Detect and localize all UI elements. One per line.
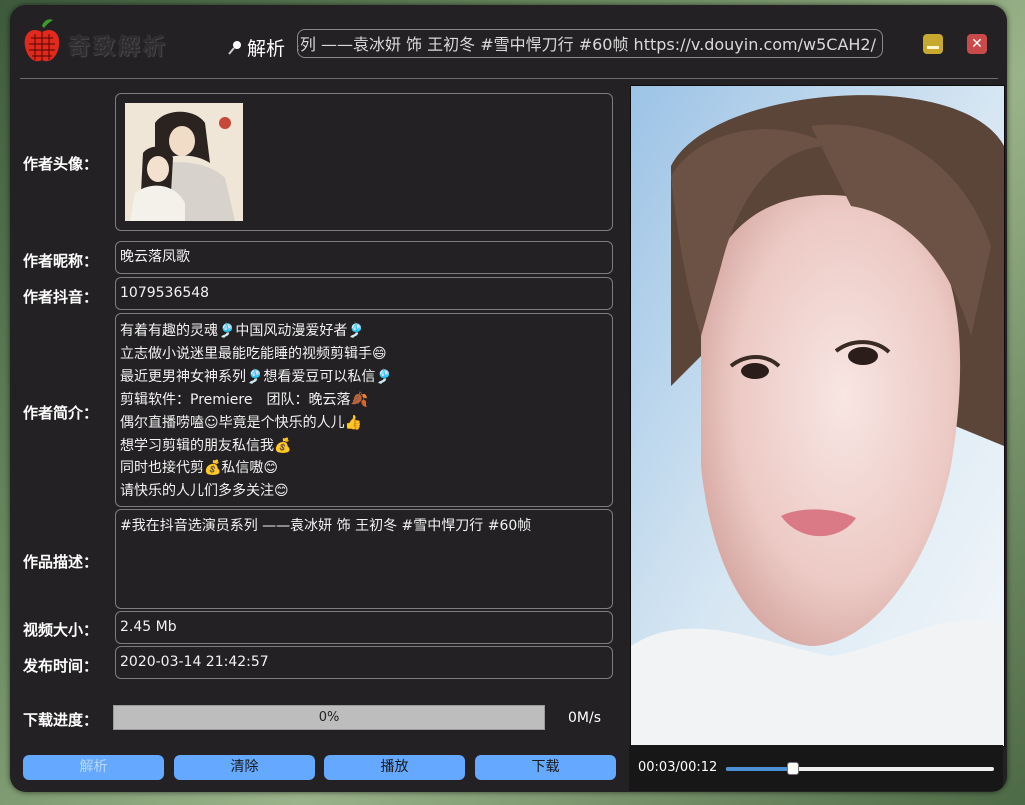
video-frame-image [631,86,1004,746]
bio-line: 想学习剪辑的朋友私信我💰 [120,437,292,454]
parse-url-label: 解析 [247,38,286,60]
url-input-value: #我在抖音选演员系列 ——袁冰妍 饰 王初冬 #雪中悍刀行 #60帧 https… [298,35,876,54]
download-speed: 0M/s [568,710,601,726]
video-controls: 00:03/00:12 [629,745,1003,791]
avatar-box [115,93,613,231]
bio-line: 请快乐的人儿们多多关注😊 [120,483,289,500]
download-progress-text: 0% [318,710,340,725]
clear-button[interactable]: 清除 [174,755,315,780]
publish-time-field[interactable]: 2020-03-14 21:42:57 [115,646,613,679]
avatar-label: 作者头像： [23,155,99,173]
douyin-id-label: 作者抖音： [23,288,99,306]
bio-line: 有着有趣的灵魂🎐中国风动漫爱好者🎐 [120,323,365,339]
bio-line: 同时也接代剪💰私信嗷😊 [120,460,279,477]
author-avatar-image [125,103,243,221]
bio-line: 剪辑软件：Premiere 团队：晚云落🍂 [120,391,368,408]
video-player[interactable] [630,85,1005,747]
parse-url-button[interactable]: 解析 [227,34,285,61]
description-label: 作品描述： [23,553,99,571]
play-button[interactable]: 播放 [324,755,465,780]
seek-slider-handle[interactable] [787,762,799,775]
apple-logo-icon [23,18,61,64]
nickname-field[interactable]: 晚云落凤歌 [115,241,613,274]
close-button[interactable]: ✕ [967,34,987,54]
video-size-field[interactable]: 2.45 Mb [115,611,613,644]
magic-wand-icon [228,40,241,55]
video-size-label: 视频大小： [23,621,99,639]
app-window: 奇致解析 解析 #我在抖音选演员系列 ——袁冰妍 饰 王初冬 #雪中悍刀行 #6… [10,5,1007,792]
description-field[interactable]: #我在抖音选演员系列 ——袁冰妍 饰 王初冬 #雪中悍刀行 #60帧 [115,509,613,609]
bio-line: 最近更男神女神系列🎐想看爱豆可以私信🎐 [120,368,393,385]
header-divider [20,78,998,79]
bio-label: 作者简介： [23,404,99,422]
bio-line: 立志做小说迷里最能吃能睡的视频剪辑手😄 [120,345,387,362]
url-input[interactable]: #我在抖音选演员系列 ——袁冰妍 饰 王初冬 #雪中悍刀行 #60帧 https… [297,29,883,58]
seek-slider-fill [726,767,793,771]
seek-slider[interactable] [726,762,994,775]
brand-title: 奇致解析 [68,35,169,60]
publish-time-label: 发布时间： [23,657,99,675]
douyin-id-field[interactable]: 1079536548 [115,277,613,310]
download-progress-bar: 0% [113,705,545,730]
nickname-label: 作者昵称： [23,252,99,270]
bio-line: 偶尔直播唠嗑☺毕竟是个快乐的人儿👍 [120,414,363,431]
playback-time: 00:03/00:12 [638,760,718,775]
parse-button[interactable]: 解析 [23,755,164,780]
bio-field[interactable]: 有着有趣的灵魂🎐中国风动漫爱好者🎐 立志做小说迷里最能吃能睡的视频剪辑手😄 最近… [115,313,613,507]
minimize-button[interactable] [923,34,943,54]
download-button[interactable]: 下载 [475,755,616,780]
download-progress-label: 下载进度： [23,711,99,729]
